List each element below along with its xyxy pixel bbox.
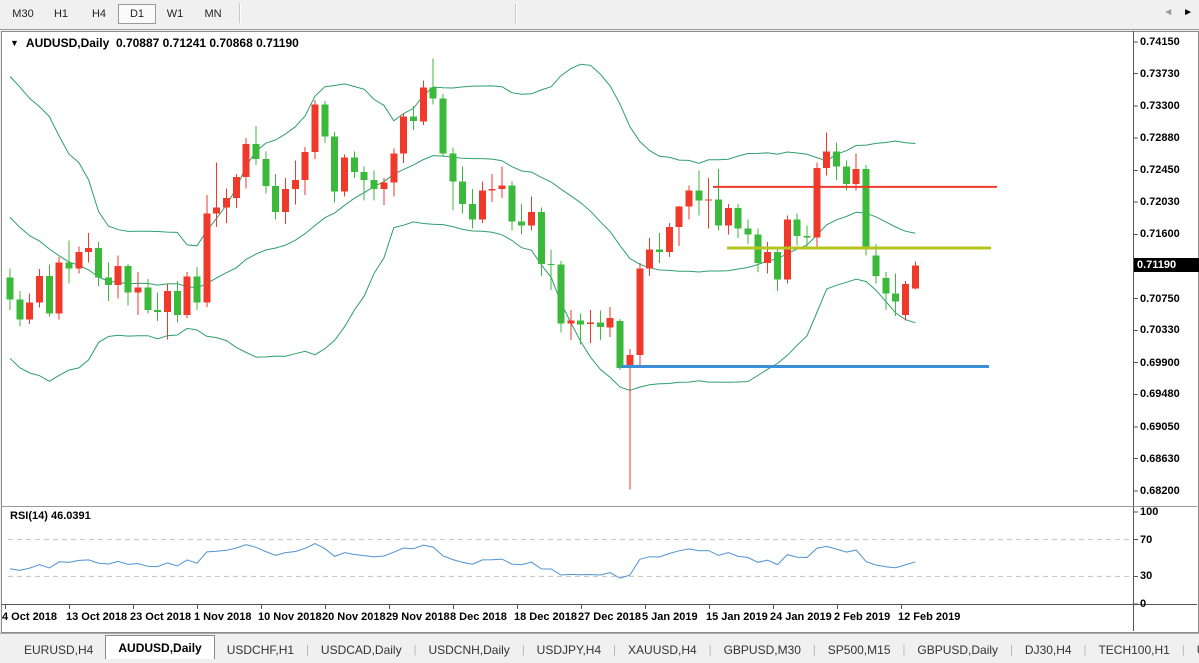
- date-tick-label: 13 Oct 2018: [66, 611, 127, 623]
- price-tick-label: 0.70750: [1140, 293, 1180, 305]
- price-tick-label: 0.70330: [1140, 324, 1180, 336]
- price-tick-label: 0.73730: [1140, 68, 1180, 80]
- timeframe-toolbar: M30H1H4D1W1MN: [0, 0, 1199, 30]
- rsi-tick-label: 30: [1140, 570, 1152, 582]
- rsi-indicator-label: RSI(14) 46.0391: [10, 510, 91, 522]
- chart-symbol-period: AUDUSD,Daily: [26, 36, 109, 50]
- timeframe-button-m30[interactable]: M30: [4, 4, 42, 24]
- timeframe-button-h4[interactable]: H4: [80, 4, 118, 24]
- price-tick-label: 0.72030: [1140, 196, 1180, 208]
- date-tick-label: 23 Oct 2018: [130, 611, 191, 623]
- price-tick-label: 0.69480: [1140, 388, 1180, 400]
- rsi-tick-label: 0: [1140, 598, 1146, 610]
- price-tick-label: 0.68630: [1140, 453, 1180, 465]
- chart-ohlc-readout: 0.70887 0.71241 0.70868 0.71190: [116, 36, 299, 50]
- date-tick-label: 8 Dec 2018: [450, 611, 507, 623]
- date-tick-label: 2 Feb 2019: [834, 611, 890, 623]
- chart-tab-usdchf-h1[interactable]: USDCHF,H1: [215, 639, 306, 660]
- chart-tab-usdcnh-daily[interactable]: USDCNH,Daily: [416, 639, 521, 660]
- tab-scroll-left-icon[interactable]: ◄: [1163, 7, 1173, 18]
- date-tick-label: 18 Dec 2018: [514, 611, 577, 623]
- tab-scroll-arrows: ◄►: [1163, 7, 1193, 18]
- chart-tab-audusd-daily[interactable]: AUDUSD,Daily: [105, 635, 214, 660]
- date-tick-label: 1 Nov 2018: [194, 611, 251, 623]
- timeframe-button-h1[interactable]: H1: [42, 4, 80, 24]
- chart-tab-usdjpy-h4[interactable]: USDJPY,H4: [525, 639, 613, 660]
- date-tick-label: 10 Nov 2018: [258, 611, 322, 623]
- chart-tab-gbpusd-daily[interactable]: GBPUSD,Daily: [905, 639, 1010, 660]
- chart-tabbar: EURUSD,H4AUDUSD,DailyUSDCHF,H1|USDCAD,Da…: [0, 633, 1199, 660]
- chart-tab-sp500-m15[interactable]: SP500,M15: [816, 639, 903, 660]
- date-tick-label: 15 Jan 2019: [706, 611, 768, 623]
- rsi-tick-label: 100: [1140, 506, 1158, 518]
- current-price-tag: 0.71190: [1134, 258, 1199, 272]
- date-tick-label: 20 Nov 2018: [322, 611, 386, 623]
- date-tick-label: 12 Feb 2019: [898, 611, 960, 623]
- date-tick-label: 27 Dec 2018: [578, 611, 641, 623]
- chart-tab-xauusd-h4[interactable]: XAUUSD,H4: [616, 639, 709, 660]
- date-tick-label: 5 Jan 2019: [642, 611, 698, 623]
- toolbar-separator: [515, 4, 517, 24]
- price-tick-label: 0.69900: [1140, 357, 1180, 369]
- timeframe-button-mn[interactable]: MN: [194, 4, 232, 24]
- date-tick-label: 4 Oct 2018: [2, 611, 57, 623]
- tab-scroll-right-icon[interactable]: ►: [1183, 7, 1193, 18]
- timeframe-button-w1[interactable]: W1: [156, 4, 194, 24]
- price-tick-label: 0.74150: [1140, 36, 1180, 48]
- date-tick-label: 29 Nov 2018: [386, 611, 450, 623]
- chart-tab-gbpusd-m30[interactable]: GBPUSD,M30: [712, 639, 813, 660]
- price-tick-label: 0.69050: [1140, 421, 1180, 433]
- chart-tab-tech100-h1[interactable]: TECH100,H1: [1086, 639, 1181, 660]
- date-tick-label: 24 Jan 2019: [770, 611, 832, 623]
- price-tick-label: 0.72450: [1140, 164, 1180, 176]
- price-tick-label: 0.72880: [1140, 132, 1180, 144]
- chart-tab-dj30-h4[interactable]: DJ30,H4: [1013, 639, 1084, 660]
- symbol-dropdown-icon[interactable]: ▼: [10, 38, 19, 48]
- chart-tab-uko[interactable]: UKO: [1185, 639, 1199, 660]
- price-tick-label: 0.71600: [1140, 228, 1180, 240]
- rsi-tick-label: 70: [1140, 534, 1152, 546]
- price-tick-label: 0.68200: [1140, 485, 1180, 497]
- window-bottom-strip: [0, 659, 1199, 663]
- price-tick-label: 0.73300: [1140, 100, 1180, 112]
- chart-tab-eurusd-h4[interactable]: EURUSD,H4: [12, 639, 105, 660]
- chart-window: [1, 31, 1199, 633]
- chart-title: ▼ AUDUSD,Daily 0.70887 0.71241 0.70868 0.…: [10, 36, 299, 50]
- timeframe-button-d1[interactable]: D1: [118, 4, 156, 24]
- chart-tab-usdcad-daily[interactable]: USDCAD,Daily: [309, 639, 414, 660]
- toolbar-separator: [239, 3, 241, 23]
